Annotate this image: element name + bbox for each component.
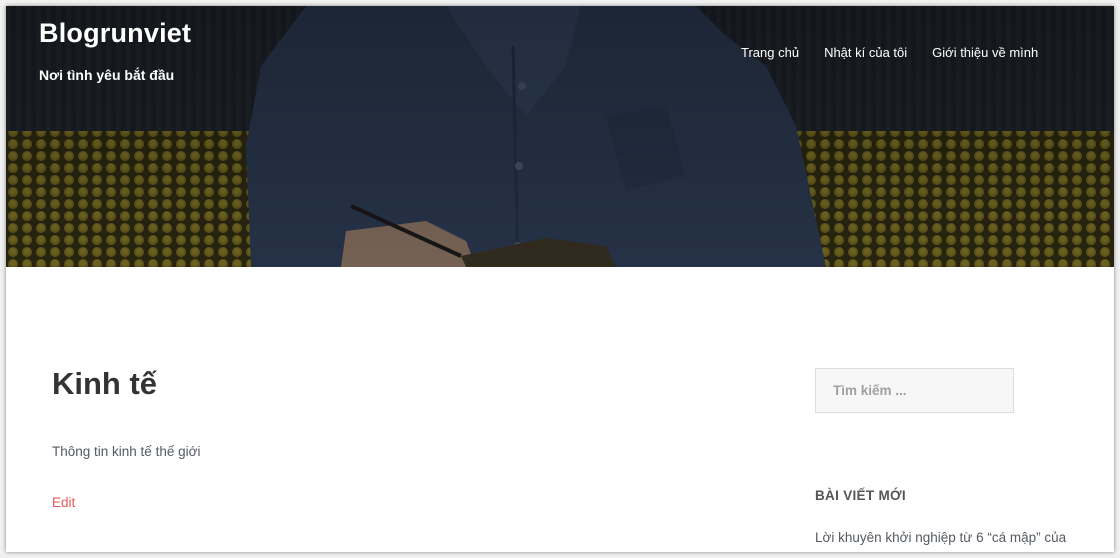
page-description: Thông tin kinh tế thế giới	[52, 444, 201, 459]
page-title: Kinh tế	[52, 366, 158, 401]
nav-link-home[interactable]: Trang chủ	[741, 45, 799, 60]
recent-posts-title: BÀI VIẾT MỚI	[815, 488, 906, 503]
nav-link-about-me[interactable]: Giới thiệu về mình	[932, 45, 1038, 60]
search-input[interactable]	[815, 368, 1014, 413]
site-header: Blogrunviet Nơi tình yêu bắt đầu Trang c…	[6, 6, 1114, 267]
site-title-link[interactable]: Blogrunviet	[39, 18, 191, 49]
nav-item-home: Trang chủ	[741, 44, 799, 64]
browser-viewport: Blogrunviet Nơi tình yêu bắt đầu Trang c…	[6, 6, 1114, 552]
main-nav-list: Trang chủ Nhật kí của tôi Giới thiệu về …	[741, 44, 1038, 64]
nav-item-my-diary: Nhật kí của tôi	[824, 44, 907, 64]
site-tagline: Nơi tình yêu bắt đầu	[39, 67, 175, 83]
nav-link-my-diary[interactable]: Nhật kí của tôi	[824, 45, 907, 60]
edit-link[interactable]: Edit	[52, 495, 75, 510]
recent-post-link[interactable]: Lời khuyên khởi nghiệp từ 6 “cá mập” của	[815, 530, 1066, 545]
nav-item-about-me: Giới thiệu về mình	[932, 44, 1038, 64]
